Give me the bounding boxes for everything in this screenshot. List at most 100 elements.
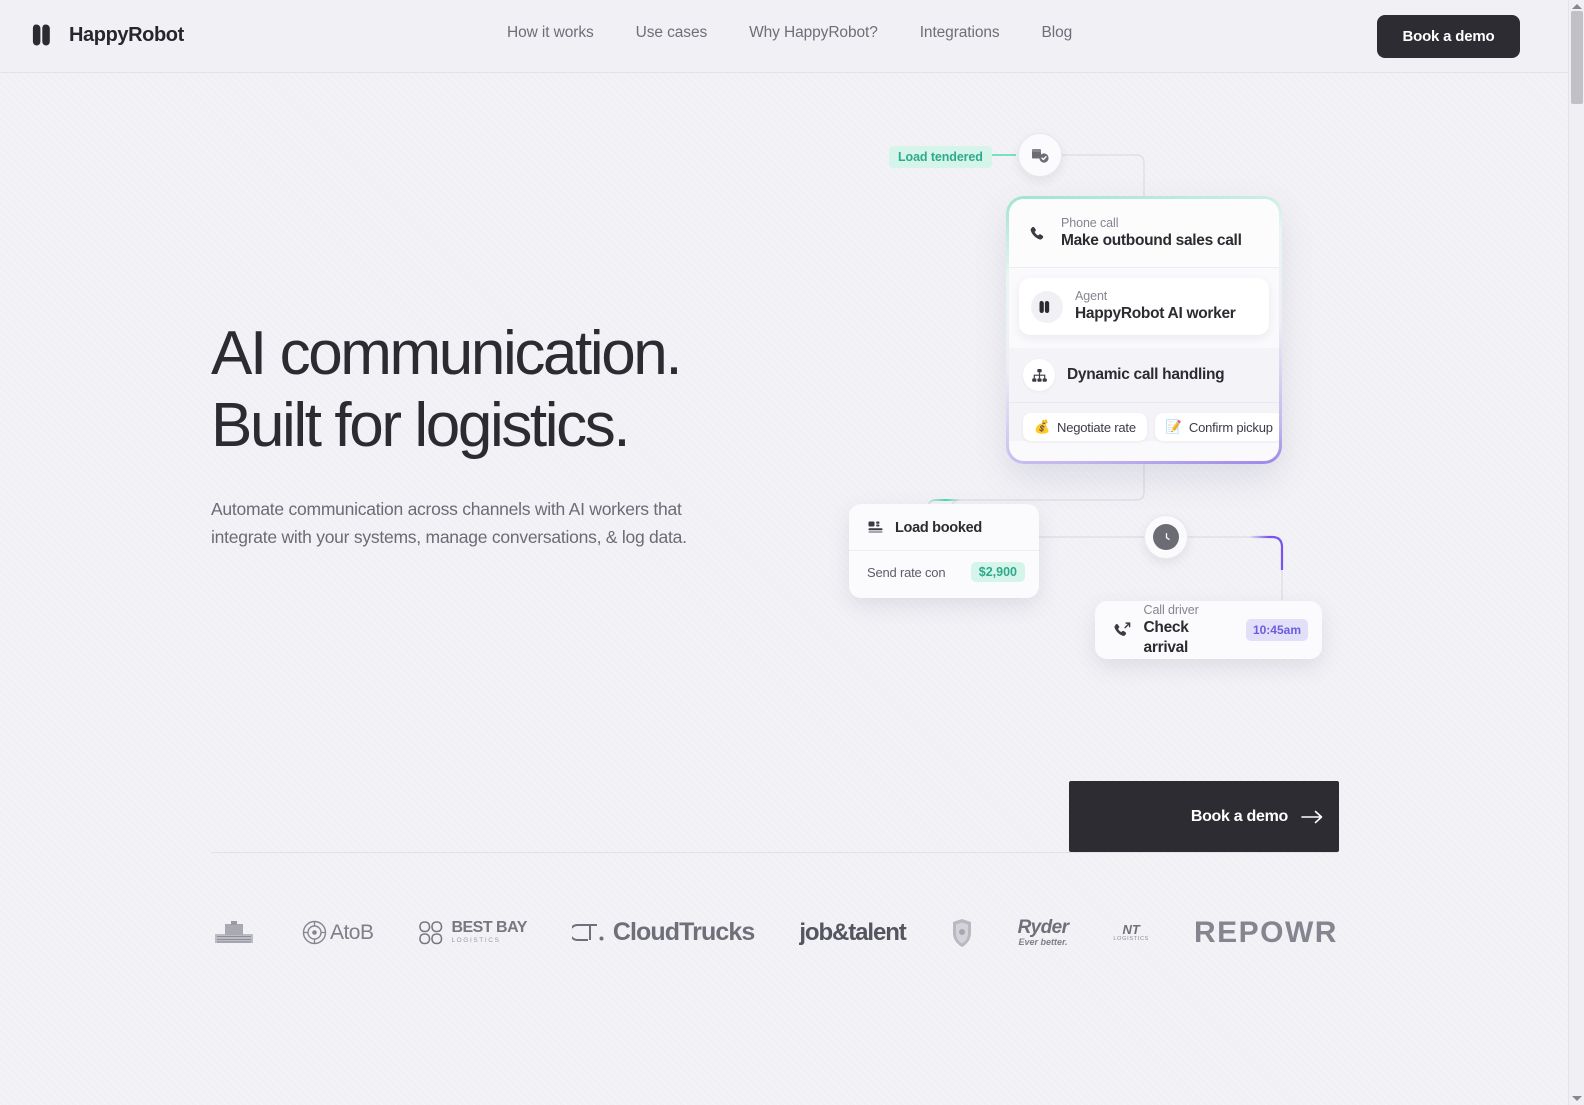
- load-booked-body: Send rate con $2,900: [849, 551, 1039, 582]
- dynamic-call-handling-title: Dynamic call handling: [1067, 366, 1225, 383]
- call-action-chips: 💰 Negotiate rate 📝 Confirm pickup: [1009, 403, 1279, 441]
- atob-logo: AtoB: [302, 920, 374, 945]
- phone-call-row[interactable]: Phone call Make outbound sales call: [1009, 199, 1279, 268]
- call-flow-card-inner: Phone call Make outbound sales call Agen…: [1009, 199, 1279, 461]
- package-check-icon: [1032, 149, 1049, 163]
- load-booked-icon: [868, 521, 883, 533]
- brand-logo[interactable]: HappyRobot: [32, 21, 184, 49]
- agent-row[interactable]: Agent HappyRobot AI worker: [1019, 278, 1269, 335]
- logo-nt-logistics: NT LOGISTICS: [1113, 923, 1149, 943]
- clock-disc: [1153, 524, 1179, 550]
- ryder-logo-text: Ryder: [1017, 917, 1069, 938]
- agent-text: Agent HappyRobot AI worker: [1075, 289, 1236, 324]
- book-a-demo-cta-label: Book a demo: [1190, 807, 1288, 825]
- headline-line-1: AI communication.: [211, 319, 683, 388]
- logo-penske: [211, 920, 257, 946]
- hero-copy: AI communication. Built for logistics. A…: [211, 318, 911, 551]
- agent-title: HappyRobot AI worker: [1075, 305, 1236, 322]
- arrival-time-badge: 10:45am: [1245, 619, 1308, 641]
- logo-best-bay: BEST BAY LOGISTICS: [418, 919, 527, 946]
- memo-icon: 📝: [1165, 419, 1182, 434]
- shield-logo-icon: [952, 918, 971, 947]
- load-booked-header: Load booked: [849, 504, 1039, 551]
- check-arrival-title: Check arrival: [1143, 618, 1189, 656]
- browser-viewport: HappyRobot How it works Use cases Why Ha…: [0, 0, 1568, 1105]
- avatar: [1031, 290, 1063, 323]
- logo-atob: AtoB: [302, 920, 374, 945]
- atob-mark-icon: [302, 920, 327, 945]
- site-header: HappyRobot How it works Use cases Why Ha…: [0, 0, 1568, 73]
- penske-logo-icon: [215, 920, 253, 943]
- call-driver-card[interactable]: Call driver Check arrival 10:45am: [1095, 601, 1322, 659]
- scrollbar-thumb[interactable]: [1571, 11, 1583, 104]
- phone-icon: [1030, 226, 1044, 240]
- logo-job-and-talent: job&talent: [799, 918, 906, 947]
- nt-logistics-logo: NT LOGISTICS: [1113, 923, 1149, 943]
- nt-logo-text: NT: [1122, 921, 1140, 937]
- hero-illustration: Load tendered Phone call Make outbound s…: [820, 100, 1440, 720]
- nav-item-blog[interactable]: Blog: [1042, 24, 1073, 42]
- header-book-a-demo-button[interactable]: Book a demo: [1377, 15, 1520, 58]
- sitemap-icon-wrapper: [1023, 359, 1055, 391]
- nav-item-why-happyrobot[interactable]: Why HappyRobot?: [749, 24, 878, 42]
- repowr-logo-text: REPOWR: [1193, 915, 1338, 949]
- cloudtrucks-logo: CloudTrucks: [571, 918, 755, 947]
- brand-name: HappyRobot: [69, 23, 184, 46]
- nav-item-integrations[interactable]: Integrations: [920, 24, 1000, 42]
- nt-logo-sub: LOGISTICS: [1113, 935, 1150, 942]
- scroll-up-arrow-icon[interactable]: [1572, 4, 1582, 9]
- agent-label: Agent: [1075, 289, 1108, 303]
- chip-confirm-pickup-label: Confirm pickup: [1188, 419, 1273, 435]
- rate-amount-badge: $2,900: [970, 562, 1025, 582]
- best-bay-sub: LOGISTICS: [451, 937, 501, 945]
- scroll-down-arrow-icon[interactable]: [1572, 1096, 1582, 1101]
- outbound-call-icon: [1114, 621, 1131, 636]
- phone-call-label: Phone call: [1061, 216, 1119, 230]
- phone-call-title: Make outbound sales call: [1061, 232, 1242, 249]
- page-title: AI communication. Built for logistics.: [211, 318, 911, 462]
- hero-subtext: Automate communication across channels w…: [211, 499, 687, 547]
- phone-call-text: Phone call Make outbound sales call: [1061, 216, 1242, 251]
- call-flow-card: Phone call Make outbound sales call Agen…: [1006, 196, 1282, 464]
- section-divider: [211, 852, 1338, 853]
- logo-cloudtrucks: CloudTrucks: [571, 918, 755, 947]
- best-bay-logo-text: BEST BAY LOGISTICS: [451, 919, 527, 945]
- best-bay-name: BEST BAY: [451, 919, 527, 937]
- logo-shield-brand: [951, 918, 973, 948]
- book-a-demo-cta[interactable]: Book a demo: [1069, 781, 1339, 852]
- sitemap-icon: [1031, 368, 1047, 382]
- logo-repowr: REPOWR: [1194, 916, 1338, 950]
- money-bag-icon: 💰: [1034, 419, 1050, 434]
- load-booked-card[interactable]: Load booked Send rate con $2,900: [849, 504, 1039, 598]
- chip-negotiate-rate[interactable]: 💰 Negotiate rate: [1023, 413, 1147, 441]
- tender-node[interactable]: [1018, 133, 1062, 177]
- ryder-logo: Ryder Ever better.: [1018, 918, 1069, 947]
- page-root: HappyRobot How it works Use cases Why Ha…: [0, 0, 1584, 1105]
- happyrobot-logo-icon: [32, 24, 50, 46]
- clock-icon: [1159, 530, 1173, 544]
- cloudtrucks-logo-text: CloudTrucks: [612, 918, 755, 946]
- headline-line-2: Built for logistics.: [211, 391, 631, 460]
- load-booked-title: Load booked: [895, 520, 982, 536]
- send-rate-con-label: Send rate con: [867, 564, 946, 580]
- cloudtrucks-mark-icon: [571, 923, 604, 941]
- customer-logos: AtoB BEST BAY LOGISTICS CloudTrucks job&…: [211, 895, 1338, 970]
- load-tendered-badge: Load tendered: [889, 146, 992, 168]
- happyrobot-avatar-icon: [1039, 300, 1050, 313]
- clock-node[interactable]: [1144, 515, 1188, 559]
- best-bay-mark-icon: [419, 920, 443, 944]
- logo-ryder: Ryder Ever better.: [1018, 918, 1069, 947]
- arrow-right-icon: [1301, 810, 1323, 823]
- ryder-tagline: Ever better.: [1018, 937, 1068, 947]
- dynamic-call-handling-row[interactable]: Dynamic call handling: [1009, 348, 1279, 403]
- chip-negotiate-rate-label: Negotiate rate: [1057, 419, 1136, 435]
- job-and-talent-logo-text: job&talent: [799, 918, 906, 946]
- nav-item-use-cases[interactable]: Use cases: [636, 24, 708, 42]
- nav-item-how-it-works[interactable]: How it works: [507, 24, 594, 42]
- vertical-scrollbar[interactable]: [1568, 0, 1584, 1105]
- call-driver-text: Call driver Check arrival: [1144, 603, 1235, 658]
- main-nav: How it works Use cases Why HappyRobot? I…: [507, 24, 1072, 42]
- call-driver-label: Call driver: [1143, 602, 1199, 617]
- chip-confirm-pickup[interactable]: 📝 Confirm pickup: [1154, 413, 1279, 441]
- atob-logo-text: AtoB: [329, 920, 374, 944]
